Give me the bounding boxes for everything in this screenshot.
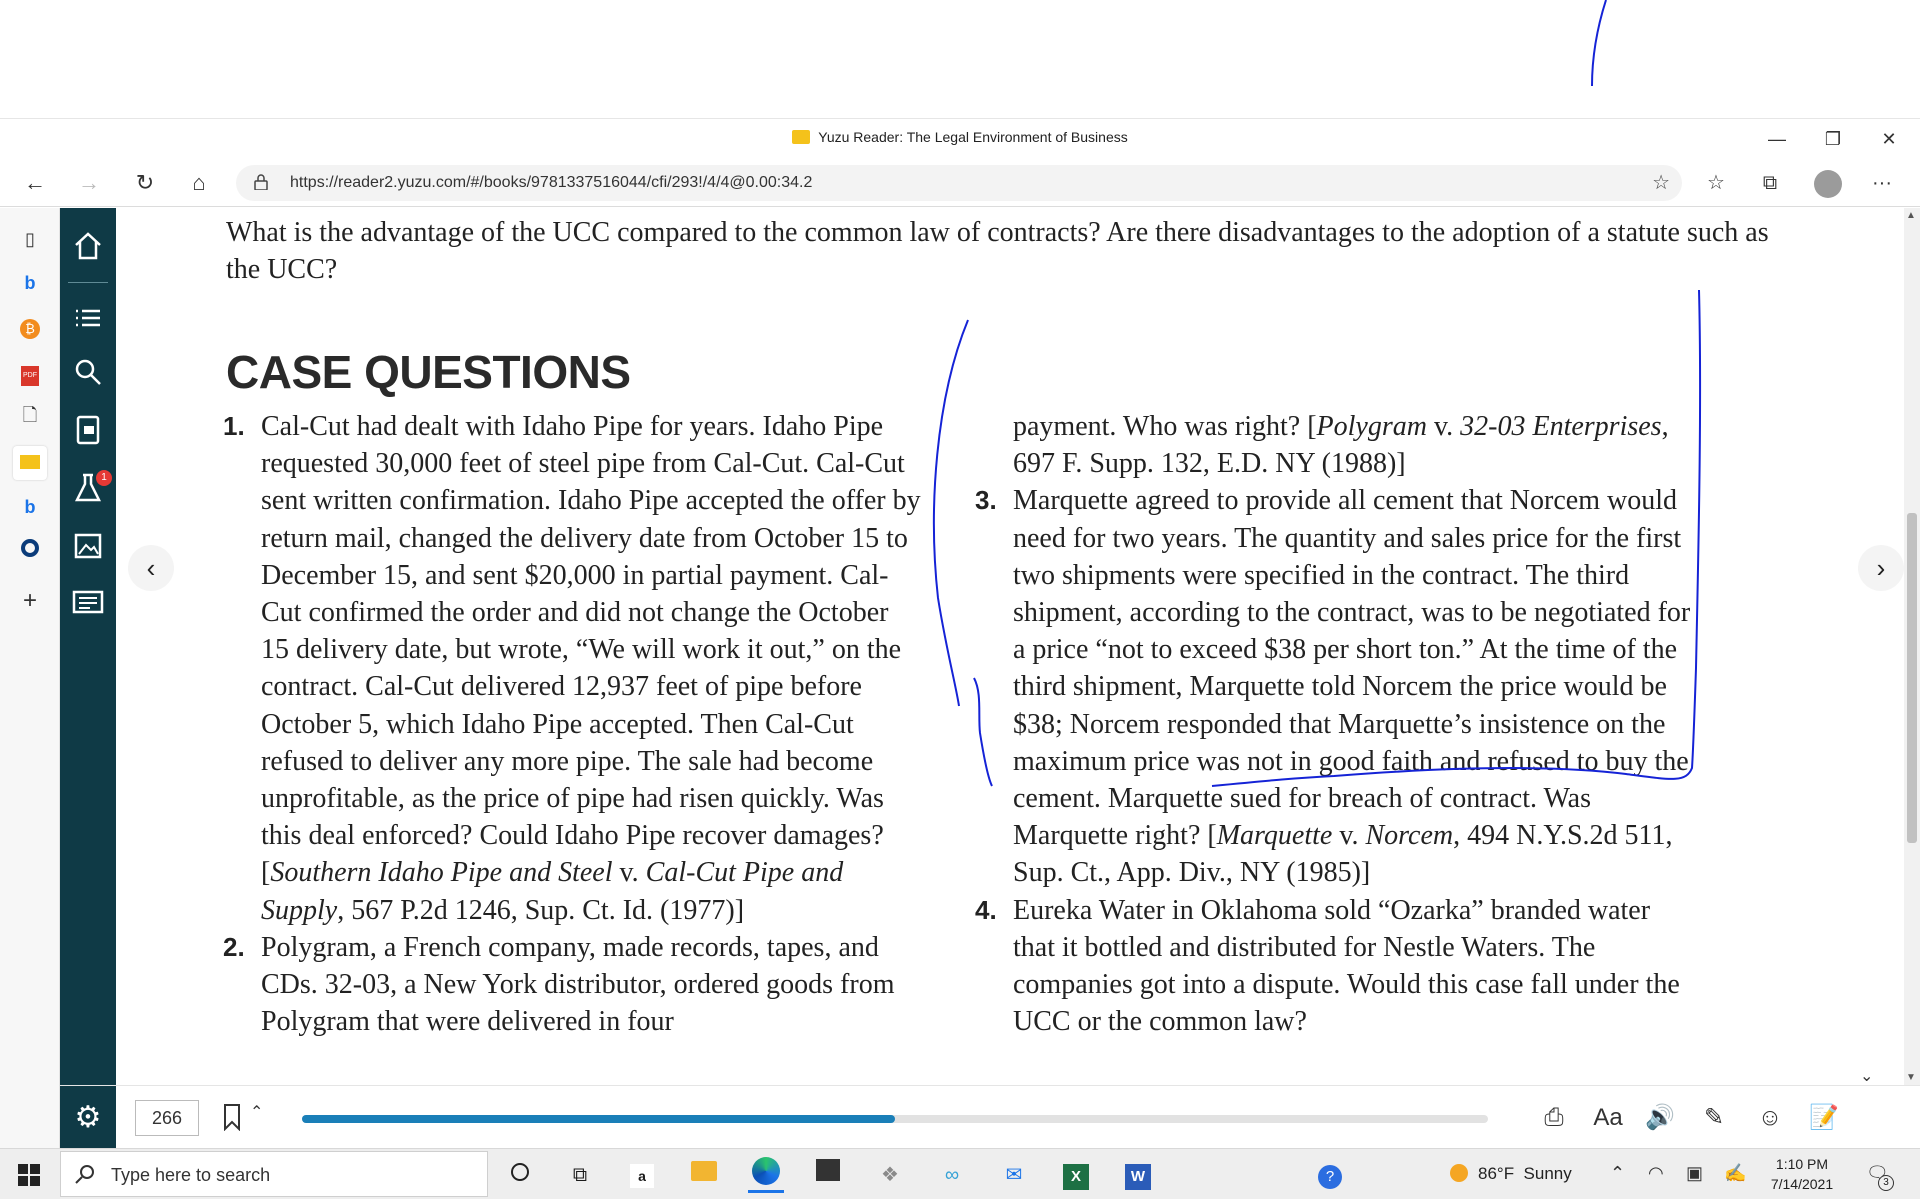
favorites-icon[interactable]: ☆: [1700, 168, 1732, 198]
notebook-icon[interactable]: 📝: [1806, 1100, 1842, 1136]
reading-progress-bar[interactable]: [302, 1115, 1488, 1123]
settings-gear-icon[interactable]: ⚙: [60, 1086, 116, 1149]
sun-icon: [1450, 1164, 1468, 1182]
edge-browser-icon[interactable]: [748, 1157, 784, 1193]
yuzu-app-icon[interactable]: [13, 446, 47, 480]
more-menu-button[interactable]: ···: [1866, 168, 1898, 198]
reading-progress-fill: [302, 1115, 895, 1123]
collections-icon[interactable]: ⧉: [1754, 168, 1786, 198]
excel-icon[interactable]: X: [1058, 1157, 1094, 1193]
notes-icon[interactable]: [70, 584, 106, 620]
image-gallery-icon[interactable]: [70, 528, 106, 564]
ink-stroke-top: [1591, 0, 1607, 87]
weather-widget[interactable]: 86°F Sunny: [1450, 1164, 1572, 1184]
close-button[interactable]: ✕: [1866, 123, 1912, 155]
bing-chat-icon[interactable]: b: [17, 494, 43, 520]
lock-icon: [254, 174, 268, 190]
show-hidden-icons-chevron-icon[interactable]: ⌃: [1610, 1163, 1625, 1184]
windows-taskbar: Type here to search ⧉ a ❖ ∞ ✉ X W ? 86°F…: [0, 1148, 1920, 1199]
print-icon[interactable]: ⎙: [1536, 1100, 1572, 1136]
pdf-icon[interactable]: PDF: [17, 358, 43, 386]
search-placeholder: Type here to search: [111, 1165, 271, 1185]
collapse-chevron-icon[interactable]: ⌄: [1860, 1066, 1873, 1086]
weather-condition: Sunny: [1523, 1164, 1572, 1183]
search-icon: [75, 1165, 94, 1184]
store-icon[interactable]: [810, 1157, 846, 1193]
home-button[interactable]: ⌂: [182, 167, 216, 199]
home-icon[interactable]: [70, 228, 106, 264]
add-sidebar-app-icon[interactable]: +: [17, 588, 43, 614]
pen-workspace-icon[interactable]: ✍: [1724, 1163, 1746, 1184]
scroll-up-icon[interactable]: ▲: [1906, 210, 1916, 221]
document-icon[interactable]: 🗋: [17, 402, 43, 428]
next-page-button[interactable]: ›: [1858, 545, 1904, 591]
minimize-button[interactable]: —: [1754, 123, 1800, 155]
window-title-bar: Yuzu Reader: The Legal Environment of Bu…: [0, 118, 1920, 159]
scroll-down-icon[interactable]: ▼: [1906, 1072, 1916, 1083]
help-icon[interactable]: ?: [1312, 1157, 1348, 1193]
notification-badge: 1: [96, 470, 112, 486]
book-content: What is the advantage of the UCC compare…: [116, 208, 1904, 1085]
previous-page-button[interactable]: ‹: [128, 545, 174, 591]
highlighter-icon[interactable]: ✎: [1696, 1100, 1732, 1136]
back-button[interactable]: ←: [18, 167, 52, 199]
amazon-app-icon[interactable]: a: [624, 1157, 660, 1193]
reader-bottom-bar: ⚙ 266 ⌃ ⎙ Aa 🔊 ✎ ☺ 📝: [60, 1085, 1920, 1149]
dropbox-icon[interactable]: ❖: [872, 1157, 908, 1193]
bitcoin-icon[interactable]: ₿: [17, 314, 43, 340]
clock-time: 1:10 PM: [1775, 1156, 1829, 1172]
page-number-input[interactable]: 266: [135, 1100, 199, 1136]
task-view-icon[interactable]: ⧉: [562, 1157, 598, 1193]
flashcards-icon[interactable]: [70, 412, 106, 448]
forward-button[interactable]: →: [72, 167, 106, 199]
wifi-icon[interactable]: ◠: [1648, 1163, 1664, 1184]
read-aloud-icon[interactable]: 🔊: [1642, 1100, 1678, 1136]
file-explorer-icon[interactable]: [686, 1157, 722, 1193]
word-icon[interactable]: W: [1120, 1157, 1156, 1193]
ink-annotation-bracket: [933, 289, 1702, 787]
address-bar[interactable]: https://reader2.yuzu.com/#/books/9781337…: [236, 165, 1682, 201]
page-scrollbar[interactable]: ▲ ▼: [1904, 208, 1920, 1085]
office-icon[interactable]: [17, 538, 43, 564]
tab-actions-icon[interactable]: ▯: [17, 226, 43, 252]
mail-icon[interactable]: ✉: [996, 1157, 1032, 1193]
weather-temperature: 86°F: [1478, 1164, 1515, 1183]
bing-icon[interactable]: b: [17, 270, 43, 296]
system-clock[interactable]: 1:10 PM 7/14/2021: [1762, 1154, 1842, 1194]
restore-button[interactable]: ❐: [1810, 123, 1856, 155]
notification-count-badge: 3: [1878, 1175, 1894, 1191]
taskbar-search-box[interactable]: Type here to search: [60, 1151, 488, 1197]
refresh-button[interactable]: ↻: [128, 167, 162, 199]
window-title: Yuzu Reader: The Legal Environment of Bu…: [0, 129, 1920, 145]
blank-top-area: [0, 0, 1920, 118]
profile-avatar[interactable]: [1814, 170, 1842, 198]
scrollbar-thumb[interactable]: [1907, 513, 1917, 843]
search-icon[interactable]: [70, 354, 106, 390]
bookmark-menu-chevron-icon[interactable]: ⌃: [250, 1102, 263, 1122]
windows-start-icon[interactable]: [18, 1164, 40, 1186]
bookmark-icon[interactable]: [222, 1103, 242, 1131]
add-favorite-icon[interactable]: ☆: [1652, 170, 1670, 195]
url-text: https://reader2.yuzu.com/#/books/9781337…: [290, 174, 813, 191]
infinity-app-icon[interactable]: ∞: [934, 1157, 970, 1193]
meet-now-icon[interactable]: ▣: [1686, 1163, 1703, 1184]
yuzu-favicon-icon: [792, 130, 811, 144]
browser-toolbar: ← → ↻ ⌂ https://reader2.yuzu.com/#/books…: [0, 159, 1920, 207]
edge-sidebar: ▯ b ₿ PDF 🗋 b +: [0, 208, 60, 1148]
reader-sidebar: 1: [60, 208, 116, 1085]
table-of-contents-icon[interactable]: [70, 300, 106, 336]
feedback-icon[interactable]: ☺: [1752, 1100, 1788, 1136]
cortana-icon[interactable]: [502, 1157, 538, 1193]
window-title-text: Yuzu Reader: The Legal Environment of Bu…: [818, 129, 1128, 145]
clock-date: 7/14/2021: [1770, 1176, 1834, 1192]
font-size-button[interactable]: Aa: [1590, 1100, 1626, 1136]
